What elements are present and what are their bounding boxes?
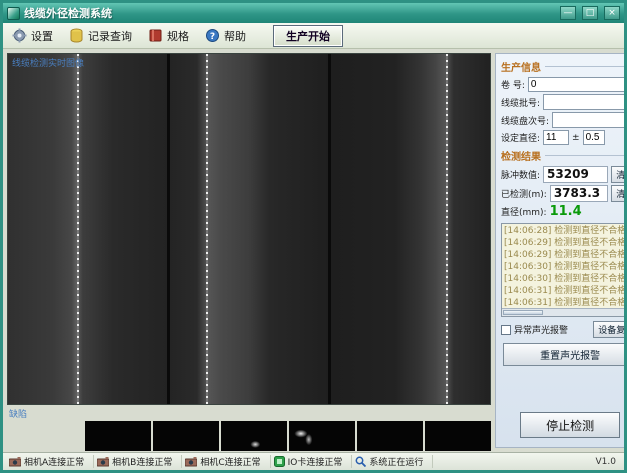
defect-label: 缺陷 xyxy=(9,407,491,420)
camera-b-status-text: 相机B连接正常 xyxy=(112,455,172,468)
tray-label: 线缆盘次号: xyxy=(501,114,549,127)
svg-text:?: ? xyxy=(210,32,215,42)
log-entry: [14:06:28] 检测到直径不合格 xyxy=(504,225,626,237)
tolerance-input[interactable] xyxy=(583,130,605,145)
main-content: 线缆检测实时图像 缺陷 生产信息 卷 号: xyxy=(3,49,624,452)
batch-select[interactable] xyxy=(543,94,627,110)
pulse-label: 脉冲数值: xyxy=(501,168,540,181)
camera-b-status: 相机B连接正常 xyxy=(94,455,182,468)
panel-spacer xyxy=(501,369,627,412)
camera-icon xyxy=(9,457,21,467)
pulse-value: 53209 xyxy=(543,166,608,183)
help-label: 帮助 xyxy=(224,28,246,44)
camera-b-view xyxy=(170,54,329,404)
record-query-button[interactable]: 记录查询 xyxy=(66,26,135,46)
help-icon: ? xyxy=(205,28,220,43)
defect-thumbnail xyxy=(425,421,491,451)
record-query-label: 记录查询 xyxy=(88,28,132,44)
log-entry: [14:06:31] 检测到直径不合格 xyxy=(504,285,626,297)
cable-edge-highlight xyxy=(77,54,79,404)
live-image-panel: 线缆检测实时图像 xyxy=(7,53,491,405)
reel-label: 卷 号: xyxy=(501,78,525,91)
pulse-clear-button[interactable]: 清零 xyxy=(611,166,627,183)
window-title: 线缆外径检测系统 xyxy=(24,5,554,21)
camera-icon xyxy=(97,457,109,467)
gear-icon xyxy=(12,28,27,43)
app-window: 线缆外径检测系统 — □ × 设置 记录查询 规格 ? xyxy=(0,0,627,473)
io-card-status-text: IO卡连接正常 xyxy=(288,455,343,468)
system-running-status: 系统正在运行 xyxy=(352,455,433,468)
live-image-label: 线缆检测实时图像 xyxy=(12,56,84,69)
diameter-value: 11.4 xyxy=(550,204,582,219)
set-diameter-label: 设定直径: xyxy=(501,131,540,144)
measured-length-label: 已检测(m): xyxy=(501,187,547,200)
reel-input[interactable] xyxy=(528,77,627,92)
reset-alarm-button[interactable]: 重置声光报警 xyxy=(503,343,627,366)
io-card-icon xyxy=(274,456,285,467)
defect-thumbnail xyxy=(153,421,219,451)
settings-label: 设置 xyxy=(31,28,53,44)
camera-area: 线缆检测实时图像 缺陷 xyxy=(7,53,491,448)
control-panel: 生产信息 卷 号: 线缆批号: 线缆盘次号: 设定直径: ± xyxy=(495,53,627,448)
log-entry: [14:06:30] 检测到直径不合格 xyxy=(504,273,626,285)
help-button[interactable]: ? 帮助 xyxy=(202,26,249,46)
camera-c-view xyxy=(331,54,490,404)
camera-a-status-text: 相机A连接正常 xyxy=(24,455,84,468)
camera-c-status-text: 相机C连接正常 xyxy=(200,455,260,468)
stop-detection-button[interactable]: 停止检测 xyxy=(520,412,620,438)
title-bar: 线缆外径检测系统 — □ × xyxy=(3,3,624,23)
spec-button[interactable]: 规格 xyxy=(145,26,192,46)
defect-thumbnail-row xyxy=(85,421,491,451)
version-text: V1.0 xyxy=(596,457,618,467)
measured-length-value: 3783.3 xyxy=(550,185,608,202)
log-horizontal-scrollbar[interactable] xyxy=(502,308,627,316)
scrollbar-thumb[interactable] xyxy=(503,310,543,315)
cable-edge-highlight xyxy=(446,54,448,404)
tray-select[interactable] xyxy=(552,112,627,128)
alarm-checkbox[interactable] xyxy=(501,325,511,335)
defect-thumbnail xyxy=(357,421,423,451)
cable-edge-highlight xyxy=(206,54,208,404)
io-card-status: IO卡连接正常 xyxy=(271,455,353,468)
camera-a-status: 相机A连接正常 xyxy=(9,455,94,468)
camera-icon xyxy=(185,457,197,467)
defect-thumbnail xyxy=(221,421,287,451)
log-entry: [14:06:30] 检测到直径不合格 xyxy=(504,261,626,273)
result-header: 检测结果 xyxy=(501,148,627,163)
log-entry: [14:06:29] 检测到直径不合格 xyxy=(504,237,626,249)
minimize-button[interactable]: — xyxy=(560,6,576,20)
plus-minus-sign: ± xyxy=(572,133,580,143)
length-clear-button[interactable]: 清零 xyxy=(611,185,627,202)
alarm-checkbox-label: 异常声光报警 xyxy=(514,323,568,336)
toolbar: 设置 记录查询 规格 ? 帮助 生产开始 xyxy=(3,23,624,49)
maximize-button[interactable]: □ xyxy=(582,6,598,20)
app-icon xyxy=(7,7,20,20)
defect-thumbnail xyxy=(289,421,355,451)
device-reset-button[interactable]: 设备复位 xyxy=(593,321,627,338)
camera-c-status: 相机C连接正常 xyxy=(182,455,270,468)
log-entry: [14:06:29] 检测到直径不合格 xyxy=(504,249,626,261)
spec-label: 规格 xyxy=(167,28,189,44)
settings-button[interactable]: 设置 xyxy=(9,26,56,46)
spec-book-icon xyxy=(148,28,163,43)
alarm-log-list[interactable]: [14:06:28] 检测到直径不合格 [14:06:29] 检测到直径不合格 … xyxy=(501,223,627,317)
defect-thumbnail xyxy=(85,421,151,451)
production-info-header: 生产信息 xyxy=(501,59,627,74)
set-diameter-input[interactable] xyxy=(543,130,569,145)
production-start-button[interactable]: 生产开始 xyxy=(273,25,343,47)
system-running-status-text: 系统正在运行 xyxy=(369,455,423,468)
status-bar: 相机A连接正常 相机B连接正常 相机C连接正常 IO卡连接正常 系统正在运行 xyxy=(3,452,624,470)
diameter-label: 直径(mm): xyxy=(501,205,547,218)
batch-label: 线缆批号: xyxy=(501,96,540,109)
camera-a-view xyxy=(8,54,167,404)
database-icon xyxy=(69,28,84,43)
close-button[interactable]: × xyxy=(604,6,620,20)
magnifier-icon xyxy=(355,456,366,467)
